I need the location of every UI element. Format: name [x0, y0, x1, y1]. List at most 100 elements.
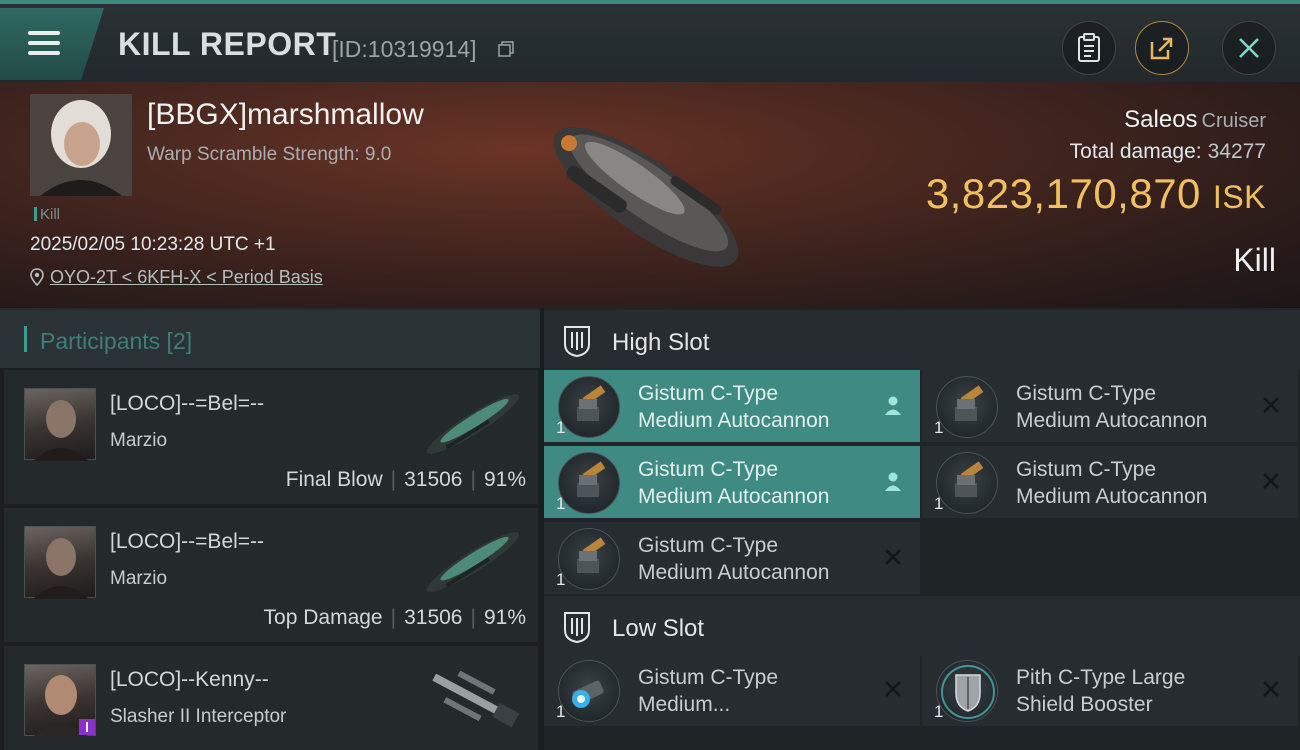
ship-class: Cruiser	[1201, 110, 1266, 132]
participant-name: [LOCO]--=Bel=--	[110, 530, 265, 553]
menu-icon	[28, 31, 60, 35]
location-text: OYO-2T < 6KFH-X < Period Basis	[50, 267, 323, 287]
module-quantity: 1	[556, 494, 566, 513]
participant-row[interactable]: [LOCO]--=Bel=-- Marzio Top Damage | 31506 |…	[4, 508, 538, 642]
kill-location-link[interactable]: OYO-2T < 6KFH-X < Period Basis	[30, 267, 323, 288]
destroyed-icon	[885, 549, 901, 565]
report-id: [ID:10319914]	[332, 36, 477, 62]
avatar	[24, 526, 96, 599]
module-name-line1: Gistum C-Type	[1016, 382, 1157, 405]
participants-panel: Participants [2] [LOCO]--=Bel=-- Marzio …	[0, 308, 540, 750]
destroyed-icon	[1263, 681, 1279, 697]
kill-tag: Kill	[34, 206, 60, 223]
menu-icon-bar	[28, 51, 60, 55]
module-name-line1: Gistum C-Type	[638, 382, 779, 405]
destroyed-icon	[1263, 397, 1279, 413]
module-item[interactable]: 1 Gistum C-Type Medium Autocannon	[544, 522, 920, 594]
autocannon-icon	[936, 452, 998, 514]
module-name-line2: Medium Autocannon	[638, 409, 830, 432]
victim-name[interactable]: [BBGX]marshmallow	[147, 98, 424, 132]
warp-scramble-strength: Warp Scramble Strength: 9.0	[147, 144, 392, 165]
victim-portrait[interactable]	[30, 94, 132, 196]
clipboard-icon	[1078, 33, 1100, 62]
close-icon	[1239, 38, 1259, 58]
pilot-icon	[885, 472, 901, 491]
destroyed-icon	[885, 681, 901, 697]
autocannon-image	[577, 537, 606, 573]
kill-banner: [BBGX]marshmallow Warp Scramble Strength…	[0, 82, 1300, 308]
result-label: Kill	[1233, 242, 1276, 278]
participants-marker	[24, 326, 27, 352]
destroyed-icon	[1263, 473, 1279, 489]
close-button[interactable]	[1222, 21, 1276, 75]
module-item[interactable]: 1 Gistum C-Type Medium Autocannon	[922, 446, 1298, 518]
module-quantity: 1	[934, 418, 944, 437]
module-name-line2: Medium Autocannon	[638, 561, 830, 584]
autocannon-icon	[558, 528, 620, 590]
stat-divider: |	[470, 606, 476, 629]
module-item[interactable]: 1 Gistum C-Type Medium Autocannon	[922, 370, 1298, 442]
participants-header[interactable]: Participants [2]	[0, 308, 540, 368]
participant-tag: Top Damage	[263, 606, 383, 629]
header-bar: KILL REPORT [ID:10319914]	[0, 0, 1300, 82]
stat-divider: |	[390, 468, 397, 491]
shield-booster-image	[941, 665, 995, 719]
menu-button[interactable]	[0, 8, 104, 80]
avatar	[24, 388, 96, 461]
module-name-line2: Medium Autocannon	[638, 485, 830, 508]
module-name-line2: Medium Autocannon	[1016, 485, 1208, 508]
isk-amount: 3,823,170,870	[925, 170, 1201, 217]
module-name-line1: Gistum C-Type	[638, 458, 779, 481]
autocannon-image	[955, 461, 984, 497]
low-slot-label: Low Slot	[612, 615, 705, 642]
high-slot-header: High Slot	[544, 310, 1300, 370]
stat-divider: |	[390, 606, 397, 629]
participant-ship-image	[426, 394, 520, 454]
participant-ship: Marzio	[110, 430, 168, 451]
autocannon-image	[577, 385, 606, 421]
kill-tag-label: Kill	[40, 206, 61, 223]
total-damage-label: Total damage:	[1069, 140, 1202, 163]
fitting-panel: High Slot 1 Gistum C-Type Medium Autocan…	[544, 308, 1300, 750]
total-damage: Total damage: 34277	[1070, 140, 1266, 164]
participant-row[interactable]: [LOCO]--=Bel=-- Marzio Final Blow | 31506 |…	[4, 370, 538, 504]
low-slot-header: Low Slot	[544, 596, 1300, 656]
share-icon	[1150, 37, 1173, 60]
module-name-line2: Medium...	[638, 693, 731, 716]
high-slot-icon	[564, 326, 590, 358]
participant-avatar-image	[33, 400, 89, 461]
module-item[interactable]: 1 Pith C-Type Large Shield Booster	[922, 654, 1298, 726]
clipboard-button[interactable]	[1062, 21, 1116, 75]
module-item[interactable]: 1 Gistum C-Type Medium Autocannon	[544, 446, 920, 518]
participant-ship-image	[432, 670, 520, 728]
participant-ship: Slasher II Interceptor	[110, 706, 287, 727]
module-name-line2: Shield Booster	[1016, 693, 1153, 716]
autocannon-icon	[558, 376, 620, 438]
page-title: KILL REPORT	[118, 26, 337, 62]
module-name-line1: Gistum C-Type	[1016, 458, 1157, 481]
module-item[interactable]: 1 Gistum C-Type Medium Autocannon	[544, 370, 920, 442]
module-name-line2: Medium Autocannon	[1016, 409, 1208, 432]
autocannon-icon	[558, 452, 620, 514]
module-name-line1: Gistum C-Type	[638, 534, 779, 557]
participant-ship: Marzio	[110, 568, 168, 589]
autocannon-image	[955, 385, 984, 421]
copy-icon[interactable]	[498, 41, 514, 57]
module-quantity: 1	[556, 570, 566, 589]
participant-stats: Final Blow | 31506 | 91%	[286, 468, 526, 492]
victim-ship-name[interactable]: Saleos Cruiser	[1124, 106, 1266, 134]
participant-name: [LOCO]--Kenny--	[110, 668, 269, 691]
module-item[interactable]: 1 Gistum C-Type Medium...	[544, 654, 920, 726]
isk-unit: ISK	[1212, 179, 1266, 215]
participant-ship-image	[426, 532, 520, 592]
share-button[interactable]	[1135, 21, 1189, 75]
isk-value: 3,823,170,870 ISK	[926, 170, 1266, 218]
module-name-line1: Pith C-Type Large	[1016, 666, 1186, 689]
participant-percent: 91%	[483, 606, 526, 629]
participant-name: [LOCO]--=Bel=--	[110, 392, 265, 415]
autocannon-image	[577, 461, 606, 497]
booster-image	[572, 680, 604, 708]
victim-ship-image	[553, 127, 739, 267]
participant-row[interactable]: [LOCO]--Kenny-- Slasher II Interceptor	[4, 646, 538, 750]
module-quantity: 1	[556, 418, 566, 437]
